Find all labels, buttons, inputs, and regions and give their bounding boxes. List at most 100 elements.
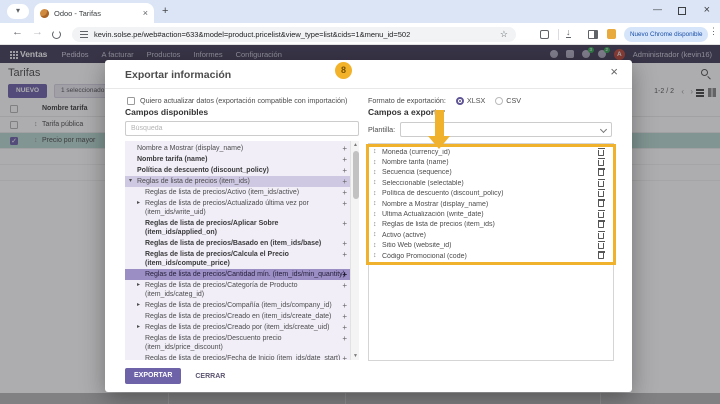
tab-close-icon[interactable]: ×	[143, 9, 148, 18]
remove-field-trash-icon[interactable]	[598, 160, 604, 166]
back-button[interactable]: ←	[12, 26, 23, 38]
add-field-icon[interactable]: +	[342, 354, 347, 360]
add-field-icon[interactable]: +	[342, 155, 347, 164]
remove-field-trash-icon[interactable]	[598, 181, 604, 187]
available-field-row[interactable]: Nombre a Mostrar (display_name)+	[125, 143, 359, 154]
chevron-closed-icon[interactable]: ▸	[137, 323, 145, 332]
browser-tab[interactable]: Odoo - Tarifas ×	[34, 3, 154, 23]
reorder-handle-icon[interactable]: ↕	[373, 220, 382, 230]
available-field-row[interactable]: Reglas de lista de precios/Aplicar Sobre…	[125, 218, 359, 238]
available-field-row[interactable]: Nombre tarifa (name)+	[125, 154, 359, 165]
add-field-icon[interactable]: +	[342, 250, 347, 259]
browser-menu-icon[interactable]: ⋮	[709, 26, 718, 37]
export-field-row[interactable]: ↕Nombre a Mostrar (display_name)	[369, 199, 613, 209]
add-field-icon[interactable]: +	[342, 166, 347, 175]
available-field-row[interactable]: Reglas de lista de precios/Fecha de Inic…	[125, 353, 359, 360]
available-field-row[interactable]: Reglas de lista de precios/Creado en (it…	[125, 311, 359, 322]
remove-field-trash-icon[interactable]	[598, 212, 604, 218]
chevron-closed-icon[interactable]: ▸	[137, 281, 145, 290]
new-tab-button[interactable]: +	[162, 6, 168, 17]
forward-button[interactable]: →	[32, 26, 43, 38]
site-settings-icon[interactable]	[80, 34, 88, 36]
add-field-icon[interactable]: +	[342, 270, 347, 279]
available-field-row[interactable]: Reglas de lista de precios/Descuento pre…	[125, 333, 359, 353]
add-field-icon[interactable]: +	[342, 199, 347, 208]
reorder-handle-icon[interactable]: ↕	[373, 230, 382, 240]
pinned-extension-icon[interactable]	[607, 29, 616, 39]
remove-field-trash-icon[interactable]	[598, 243, 604, 249]
remove-field-trash-icon[interactable]	[598, 233, 604, 239]
add-field-icon[interactable]: +	[342, 301, 347, 310]
remove-field-trash-icon[interactable]	[598, 201, 604, 207]
extensions-icon[interactable]	[540, 30, 549, 39]
address-bar[interactable]: kevin.solse.pe/web#action=633&model=prod…	[72, 27, 516, 42]
dialog-close-icon[interactable]: ×	[610, 64, 618, 79]
template-select[interactable]	[400, 122, 612, 137]
add-field-icon[interactable]: +	[342, 188, 347, 197]
available-field-row[interactable]: Reglas de lista de precios/Activo (item_…	[125, 187, 359, 198]
add-field-icon[interactable]: +	[342, 177, 347, 186]
update-data-option[interactable]: Quiero actualizar datos (exportación com…	[127, 96, 347, 105]
reorder-handle-icon[interactable]: ↕	[373, 251, 382, 261]
window-close-button[interactable]: ×	[704, 4, 710, 16]
export-field-row[interactable]: ↕Moneda (currency_id)	[369, 147, 613, 157]
bookmark-star-icon[interactable]: ☆	[500, 29, 508, 40]
chevron-open-icon[interactable]: ▾	[129, 177, 137, 186]
format-radio-xlsx[interactable]: XLSX	[456, 96, 485, 105]
window-maximize-button[interactable]	[678, 7, 686, 15]
available-field-row[interactable]: ▸Reglas de lista de precios/Categoría de…	[125, 280, 359, 300]
reorder-handle-icon[interactable]: ↕	[373, 210, 382, 220]
remove-field-trash-icon[interactable]	[598, 150, 604, 156]
available-field-row[interactable]: ▸Reglas de lista de precios/Actualizado …	[125, 198, 359, 218]
reorder-handle-icon[interactable]: ↕	[373, 158, 382, 168]
scroll-thumb[interactable]	[353, 151, 359, 199]
add-field-icon[interactable]: +	[342, 219, 347, 228]
export-field-row[interactable]: ↕Nombre tarifa (name)	[369, 157, 613, 167]
remove-field-trash-icon[interactable]	[598, 222, 604, 228]
available-field-row[interactable]: Política de descuento (discount_policy)+	[125, 165, 359, 176]
update-data-checkbox[interactable]	[127, 97, 135, 105]
field-search-input[interactable]	[125, 121, 359, 136]
add-field-icon[interactable]: +	[342, 323, 347, 332]
available-field-row[interactable]: Reglas de lista de precios/Basado en (it…	[125, 238, 359, 249]
chevron-closed-icon[interactable]: ▸	[137, 199, 145, 208]
reorder-handle-icon[interactable]: ↕	[373, 168, 382, 178]
reorder-handle-icon[interactable]: ↕	[373, 178, 382, 188]
download-icon[interactable]: ↓	[566, 27, 571, 38]
export-field-row[interactable]: ↕Sitio Web (website_id)	[369, 241, 613, 251]
chevron-closed-icon[interactable]: ▸	[137, 301, 145, 310]
tab-search-chevron-icon[interactable]: ▾	[7, 4, 29, 19]
scroll-down-icon[interactable]: ▼	[351, 353, 359, 359]
scroll-up-icon[interactable]: ▲	[351, 142, 359, 148]
available-field-row[interactable]: ▾Reglas de lista de precios (item_ids)+	[125, 176, 359, 187]
reload-button[interactable]	[52, 30, 61, 39]
add-field-icon[interactable]: +	[342, 239, 347, 248]
export-field-row[interactable]: ↕Reglas de lista de precios (item_ids)	[369, 220, 613, 230]
add-field-icon[interactable]: +	[342, 334, 347, 343]
close-button[interactable]: CERRAR	[195, 373, 225, 380]
reorder-handle-icon[interactable]: ↕	[373, 241, 382, 251]
export-button[interactable]: EXPORTAR	[125, 368, 181, 384]
add-field-icon[interactable]: +	[342, 281, 347, 290]
export-field-row[interactable]: ↕Política de descuento (discount_policy)	[369, 189, 613, 199]
export-field-row[interactable]: ↕Código Promocional (code)	[369, 251, 613, 261]
window-minimize-button[interactable]: —	[653, 4, 662, 14]
reorder-handle-icon[interactable]: ↕	[373, 189, 382, 199]
add-field-icon[interactable]: +	[342, 312, 347, 321]
available-field-row[interactable]: Reglas de lista de precios/Calcula el Pr…	[125, 249, 359, 269]
remove-field-trash-icon[interactable]	[598, 253, 604, 259]
remove-field-trash-icon[interactable]	[598, 191, 604, 197]
export-field-row[interactable]: ↕Activo (active)	[369, 230, 613, 240]
available-field-row[interactable]: ▸Reglas de lista de precios/Compañía (it…	[125, 300, 359, 311]
side-panel-icon[interactable]	[588, 30, 598, 39]
export-field-row[interactable]: ↕Última Actualización (write_date)	[369, 209, 613, 219]
add-field-icon[interactable]: +	[342, 144, 347, 153]
export-field-row[interactable]: ↕Seleccionable (selectable)	[369, 178, 613, 188]
available-field-row[interactable]: ▸Reglas de lista de precios/Creado por (…	[125, 322, 359, 333]
remove-field-trash-icon[interactable]	[598, 170, 604, 176]
available-field-row[interactable]: Reglas de lista de precios/Cantidad mín.…	[125, 269, 359, 280]
export-field-row[interactable]: ↕Secuencia (sequence)	[369, 168, 613, 178]
format-radio-csv[interactable]: CSV	[495, 96, 521, 105]
reorder-handle-icon[interactable]: ↕	[373, 147, 382, 157]
chrome-update-pill[interactable]: Nuevo Chrome disponible	[624, 27, 708, 42]
